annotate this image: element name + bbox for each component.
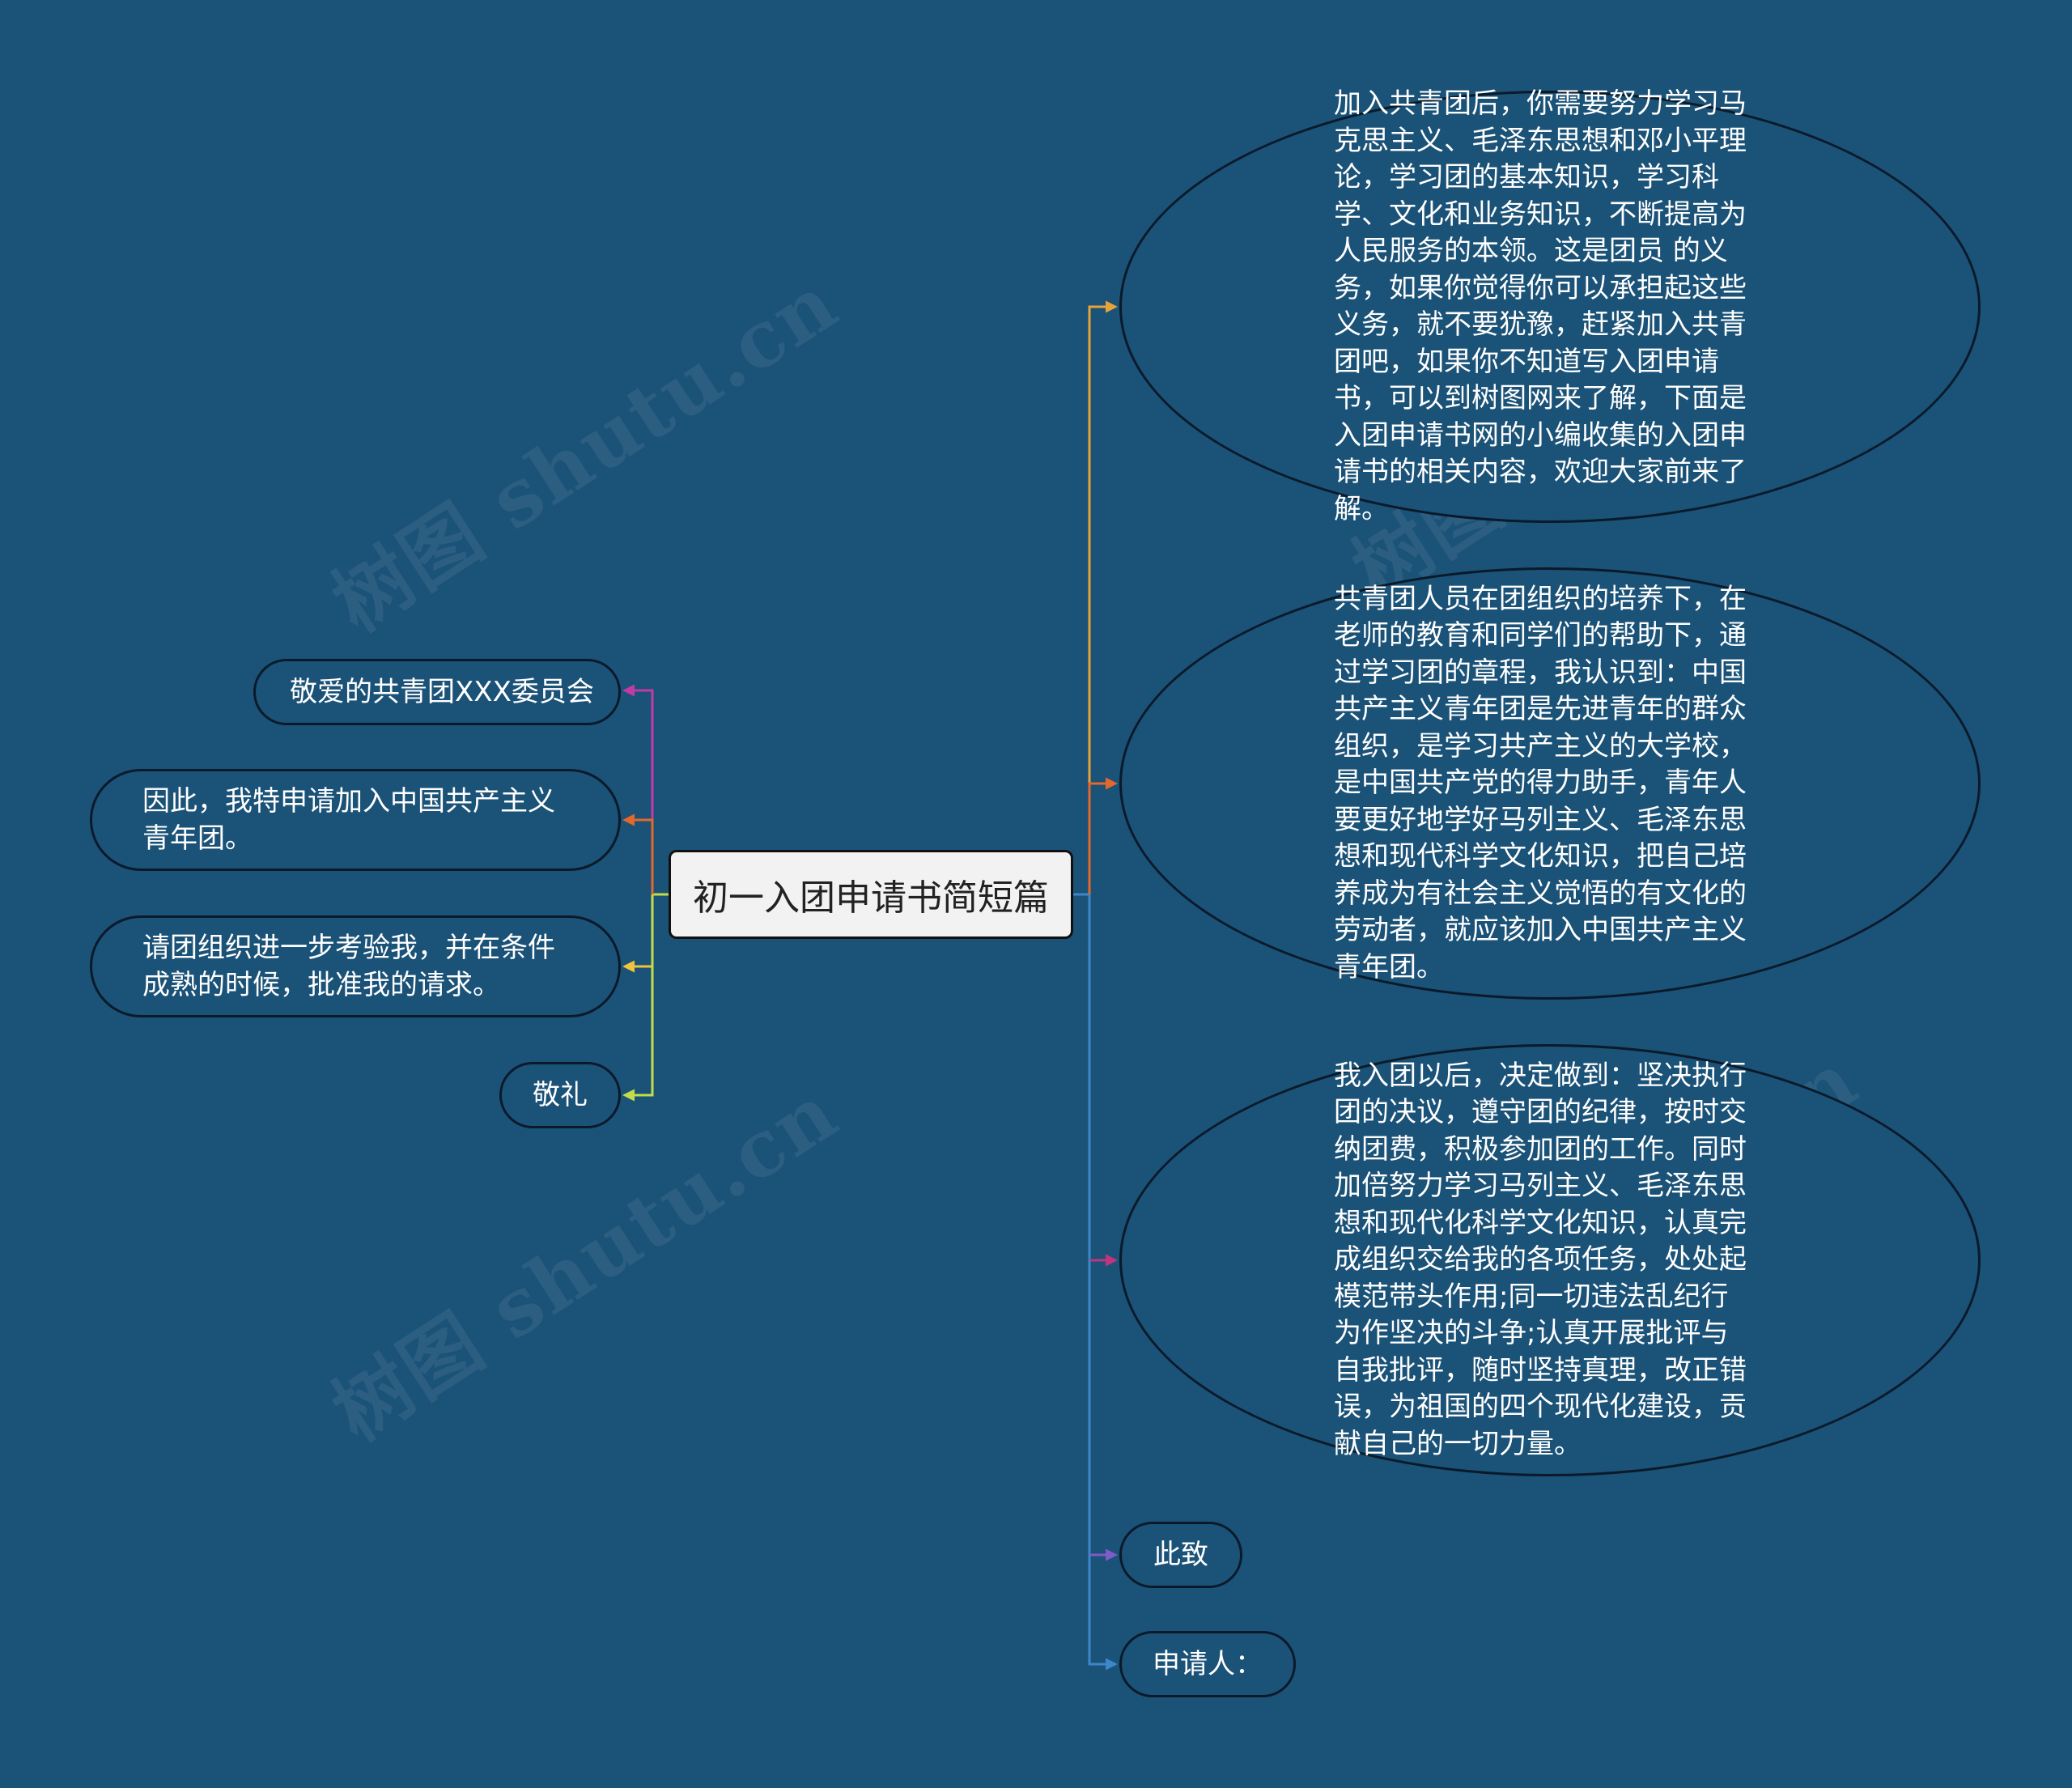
root-topic-label: 初一入团申请书简短篇 [693, 877, 1049, 919]
right-node-intro[interactable]: 加入共青团后，你需要努力学习马克思主义、毛泽东思想和邓小平理论，学习团的基本知识… [1119, 87, 1981, 525]
left-node-apply[interactable]: 因此，我特申请加入中国共产主义青年团。 [90, 769, 621, 871]
left-node-salutation[interactable]: 敬爱的共青团XXX委员会 [253, 659, 621, 725]
connector-right-applicant [1088, 1555, 1118, 1671]
connector-left-salutation [622, 684, 654, 894]
connector-left-regards [622, 894, 654, 1102]
left-node-label: 敬爱的共青团XXX委员会 [290, 676, 594, 708]
right-node-label: 申请人： [1153, 1648, 1263, 1680]
right-node-label: 共青团人员在团组织的培养下，在老师的教育和同学们的帮助下，通过学习团的章程，我认… [1334, 582, 1747, 983]
connector-right-trunk [1088, 894, 1115, 1262]
connectors [622, 300, 1118, 1671]
connector-right-intro [1088, 300, 1118, 894]
left-node-label: 因此，我特申请加入中国共产主义青年团。 [142, 785, 555, 855]
right-node-label: 我入团以后，决定做到：坚决执行团的决议，遵守团的纪律，按时交纳团费，积极参加团的… [1334, 1059, 1747, 1460]
left-node-label: 敬礼 [533, 1079, 588, 1111]
right-node-commitment[interactable]: 我入团以后，决定做到：坚决执行团的决议，遵守团的纪律，按时交纳团费，积极参加团的… [1119, 1044, 1981, 1476]
left-node-request[interactable]: 请团组织进一步考验我，并在条件成熟的时候，批准我的请求。 [90, 915, 621, 1017]
right-node-understanding[interactable]: 共青团人员在团组织的培养下，在老师的教育和同学们的帮助下，通过学习团的章程，我认… [1119, 567, 1981, 1000]
root-topic[interactable]: 初一入团申请书简短篇 [669, 850, 1073, 939]
right-node-closing[interactable]: 此致 [1119, 1522, 1242, 1588]
connector-left-apply [622, 813, 654, 894]
connector-right-closing-trunk [1088, 1260, 1115, 1557]
connector-left-request [622, 894, 654, 973]
right-node-label: 此致 [1153, 1539, 1208, 1571]
left-node-label: 请团组织进一步考验我，并在条件成熟的时候，批准我的请求。 [142, 932, 555, 1001]
right-node-label: 加入共青团后，你需要努力学习马克思主义、毛泽东思想和邓小平理论，学习团的基本知识… [1334, 87, 1747, 525]
connector-right-understanding [1088, 777, 1118, 894]
right-node-applicant[interactable]: 申请人： [1119, 1631, 1296, 1697]
left-node-regards[interactable]: 敬礼 [499, 1062, 621, 1128]
